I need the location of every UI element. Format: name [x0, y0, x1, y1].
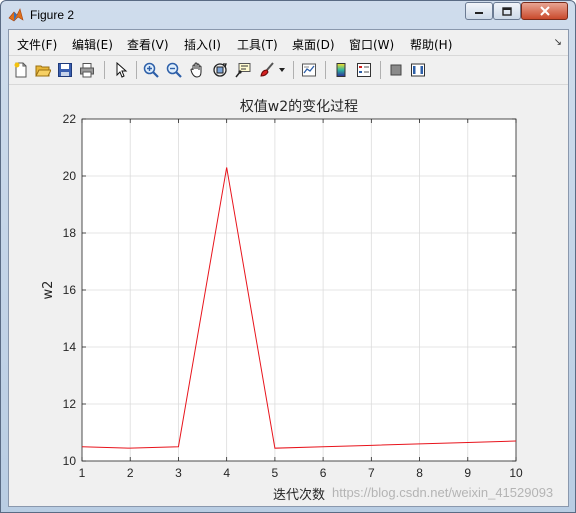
menu-desktop[interactable]: 桌面(D)	[292, 36, 335, 53]
x-tick-label: 7	[368, 466, 375, 480]
x-tick-label: 4	[223, 466, 230, 480]
toolbar-separator	[104, 61, 105, 79]
y-tick-label: 12	[63, 397, 77, 411]
show-plot-tools-icon	[411, 63, 425, 77]
data-cursor-icon	[235, 63, 251, 78]
pan-button[interactable]	[187, 60, 207, 80]
pointer-icon	[116, 62, 128, 78]
y-tick-label: 16	[63, 283, 77, 297]
zoom-in-button[interactable]	[141, 60, 161, 80]
data-cursor-button[interactable]	[233, 60, 253, 80]
new-figure-icon	[14, 62, 27, 78]
chevron-down-icon	[279, 68, 285, 72]
maximize-icon	[502, 6, 512, 16]
insert-legend-button[interactable]	[354, 60, 374, 80]
figure-client-area: 文件(F) 编辑(E) 查看(V) 插入(I) 工具(T) 桌面(D) 窗口(W…	[8, 29, 569, 507]
save-icon	[58, 63, 72, 77]
y-tick-label: 10	[63, 454, 77, 468]
figure-window: Figure 2 文件(F) 编辑(E) 查看(V) 插入(I) 工具(T) 桌…	[0, 0, 576, 513]
brush-icon	[260, 62, 274, 77]
x-tick-label: 9	[464, 466, 471, 480]
hide-plot-tools-button[interactable]	[386, 60, 406, 80]
x-tick-label: 5	[272, 466, 279, 480]
menu-tools[interactable]: 工具(T)	[237, 36, 278, 53]
y-tick-label: 14	[63, 340, 77, 354]
new-figure-button[interactable]	[11, 60, 31, 80]
figure-toolbar	[9, 55, 568, 85]
plot-area[interactable]: 1 2 3 4 5 6 7 8 9 1010121416182022 权值w2的变化过程 迭代次数…	[9, 85, 568, 506]
print-icon	[80, 63, 94, 78]
rotate-3d-button[interactable]	[210, 60, 230, 80]
y-tick-label: 18	[63, 226, 77, 240]
menu-file[interactable]: 文件(F)	[17, 36, 57, 53]
colorbar-icon	[336, 63, 346, 77]
zoom-out-icon	[166, 62, 182, 78]
y-axis-label: w2	[41, 281, 56, 300]
open-file-icon	[35, 65, 51, 77]
menu-pin-icon[interactable]: ↘	[554, 37, 562, 48]
pan-icon	[190, 62, 202, 78]
x-tick-label: 3	[175, 466, 182, 480]
matlab-icon	[8, 8, 24, 22]
brush-button[interactable]	[257, 60, 277, 80]
hide-plot-tools-icon	[390, 64, 402, 76]
x-tick-label: 1	[79, 466, 86, 480]
show-plot-tools-button[interactable]	[408, 60, 428, 80]
chart-title: 权值w2的变化过程	[240, 99, 358, 115]
toolbar-separator	[136, 61, 137, 79]
x-tick-label: 10	[509, 466, 523, 480]
y-tick-label: 22	[63, 112, 77, 126]
insert-colorbar-button[interactable]	[331, 60, 351, 80]
window-title: Figure 2	[30, 8, 75, 22]
brush-dropdown[interactable]	[277, 60, 287, 80]
minimize-button[interactable]	[465, 2, 493, 20]
menu-help[interactable]: 帮助(H)	[410, 36, 452, 53]
open-file-button[interactable]	[33, 60, 53, 80]
rotate-3d-icon	[213, 63, 227, 77]
title-bar[interactable]: Figure 2	[1, 1, 575, 29]
menu-window[interactable]: 窗口(W)	[349, 36, 394, 53]
menu-insert[interactable]: 插入(I)	[184, 36, 221, 53]
x-tick-label: 8	[416, 466, 423, 480]
x-tick-label: 6	[320, 466, 327, 480]
menu-bar: 文件(F) 编辑(E) 查看(V) 插入(I) 工具(T) 桌面(D) 窗口(W…	[9, 30, 568, 54]
legend-icon	[357, 63, 371, 77]
menu-edit[interactable]: 编辑(E)	[72, 36, 113, 53]
link-plot-icon	[302, 63, 316, 77]
toolbar-separator	[293, 61, 294, 79]
save-button[interactable]	[55, 60, 75, 80]
toolbar-separator	[325, 61, 326, 79]
print-button[interactable]	[77, 60, 97, 80]
y-tick-label: 20	[63, 169, 77, 183]
maximize-button[interactable]	[493, 2, 521, 20]
minimize-icon	[475, 12, 483, 14]
close-button[interactable]	[521, 2, 568, 20]
x-tick-label: 2	[127, 466, 134, 480]
zoom-out-button[interactable]	[164, 60, 184, 80]
link-plot-button[interactable]	[299, 60, 319, 80]
edit-plot-button[interactable]	[111, 60, 131, 80]
figure-canvas: 1 2 3 4 5 6 7 8 9 10 10 12 14 16 18 20 22 权值w2的变化过程 迭代次数…	[9, 85, 568, 506]
close-icon	[539, 6, 550, 16]
menu-view[interactable]: 查看(V)	[127, 36, 169, 53]
x-axis-label: 迭代次数	[273, 487, 325, 503]
zoom-in-icon	[143, 62, 159, 78]
watermark-text: https://blog.csdn.net/weixin_41529093	[332, 485, 554, 500]
toolbar-separator	[380, 61, 381, 79]
